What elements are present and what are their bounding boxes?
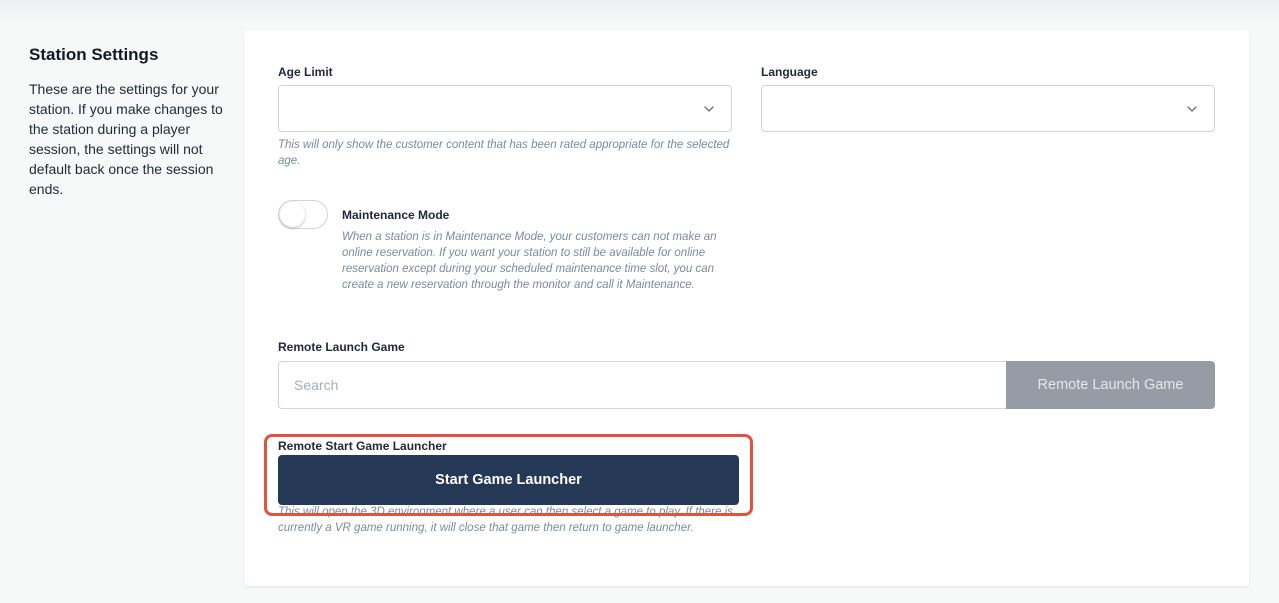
settings-card: Age Limit This will only show the custom… <box>244 30 1249 586</box>
maintenance-help: When a station is in Maintenance Mode, y… <box>342 231 717 291</box>
top-shadow <box>0 0 1279 22</box>
section-title: Station Settings <box>29 45 159 64</box>
maintenance-toggle[interactable] <box>278 200 328 229</box>
age-limit-help: This will only show the customer content… <box>278 139 730 167</box>
age-limit-label: Age Limit <box>278 65 333 79</box>
age-limit-select[interactable] <box>278 85 732 132</box>
chevron-down-icon <box>1187 106 1197 112</box>
remote-launch-game-button[interactable]: Remote Launch Game <box>1006 361 1215 409</box>
remote-start-label: Remote Start Game Launcher <box>278 439 447 453</box>
remote-start-help: This will open the 3D environment where … <box>278 506 733 534</box>
maintenance-label: Maintenance Mode <box>342 208 450 222</box>
chevron-down-icon <box>704 106 714 112</box>
language-select[interactable] <box>761 85 1215 132</box>
toggle-knob <box>280 202 305 227</box>
game-search-input[interactable] <box>278 361 1007 409</box>
remote-launch-label: Remote Launch Game <box>278 340 405 354</box>
start-game-launcher-button[interactable]: Start Game Launcher <box>278 455 739 505</box>
section-intro: Station Settings These are the settings … <box>29 45 234 199</box>
language-label: Language <box>761 65 818 79</box>
section-description: These are the settings for your station.… <box>29 81 223 197</box>
